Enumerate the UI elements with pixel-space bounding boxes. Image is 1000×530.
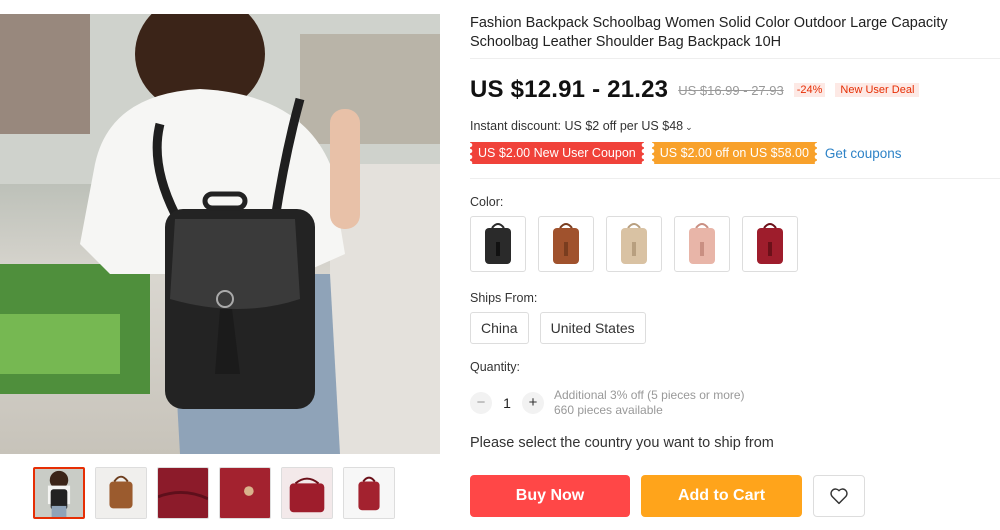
red-leather-detail-icon [158, 468, 208, 518]
quantity-stepper: − 1 + Additional 3% off (5 pieces or mor… [470, 388, 745, 418]
main-product-image[interactable] [0, 14, 440, 454]
wishlist-button[interactable] [813, 475, 865, 517]
divider [470, 58, 1000, 59]
red-backpack-icon [757, 223, 783, 264]
quantity-decrease-button[interactable]: − [470, 392, 492, 414]
thumbnail-2[interactable] [95, 467, 147, 519]
quantity-label: Quantity: [470, 360, 521, 374]
store-coupon[interactable]: US $2.00 off on US $58.00 [651, 142, 817, 164]
quantity-input[interactable]: 1 [492, 395, 522, 411]
ships-from-label: Ships From: [470, 291, 538, 305]
ship-option-united-states[interactable]: United States [539, 312, 646, 344]
add-to-cart-button[interactable]: Add to Cart [641, 475, 802, 517]
ship-country-message: Please select the country you want to sh… [470, 435, 774, 451]
brown-backpack-icon [553, 223, 579, 264]
backpack-photo [0, 14, 440, 454]
black-backpack-icon [485, 223, 511, 264]
color-label: Color: [470, 195, 504, 209]
ship-option-china[interactable]: China [470, 312, 529, 344]
color-swatch-pink[interactable] [674, 216, 730, 272]
red-leather-closeup-icon [220, 468, 270, 518]
thumbnail-4[interactable] [219, 467, 271, 519]
discount-badge: -24% [793, 83, 826, 97]
bulk-discount-text: Additional 3% off (5 pieces or more) [554, 388, 745, 402]
thumbnail-3[interactable] [157, 467, 209, 519]
color-swatch-black[interactable] [470, 216, 526, 272]
new-user-deal-badge: New User Deal [835, 83, 920, 97]
color-swatch-beige[interactable] [606, 216, 662, 272]
red-backpack-icon [344, 468, 394, 518]
red-bag-open-icon [282, 468, 332, 518]
get-coupons-link[interactable]: Get coupons [825, 146, 902, 161]
instant-discount-text: Instant discount: US $2 off per US $48 [470, 119, 684, 133]
color-swatch-red[interactable] [742, 216, 798, 272]
thumbnail-6[interactable] [343, 467, 395, 519]
new-user-coupon[interactable]: US $2.00 New User Coupon [470, 142, 644, 164]
instant-discount[interactable]: Instant discount: US $2 off per US $48 ⌄ [470, 119, 693, 133]
heart-icon [830, 488, 848, 505]
chevron-down-icon: ⌄ [685, 122, 693, 132]
coupon-row: US $2.00 New User Coupon US $2.00 off on… [470, 142, 901, 164]
thumbnail-1[interactable] [33, 467, 85, 519]
beige-backpack-icon [621, 223, 647, 264]
thumbnail-5[interactable] [281, 467, 333, 519]
black-backpack-worn-icon [35, 469, 83, 517]
buy-now-button[interactable]: Buy Now [470, 475, 630, 517]
price-row: US $12.91 - 21.23 US $16.99 - 27.93 -24%… [470, 76, 920, 104]
quantity-increase-button[interactable]: + [522, 392, 544, 414]
thumbnail-strip [33, 467, 395, 523]
ships-from-options: China United States [470, 312, 646, 344]
color-swatch-brown[interactable] [538, 216, 594, 272]
original-price: US $16.99 - 27.93 [678, 82, 784, 98]
current-price: US $12.91 - 21.23 [470, 76, 669, 103]
color-swatches [470, 216, 798, 272]
brown-backpack-icon [96, 468, 146, 518]
product-title: Fashion Backpack Schoolbag Women Solid C… [470, 15, 948, 50]
stock-available-text: 660 pieces available [554, 403, 663, 417]
quantity-info: Additional 3% off (5 pieces or more) 660… [554, 388, 745, 418]
divider [470, 178, 1000, 179]
pink-backpack-icon [689, 223, 715, 264]
